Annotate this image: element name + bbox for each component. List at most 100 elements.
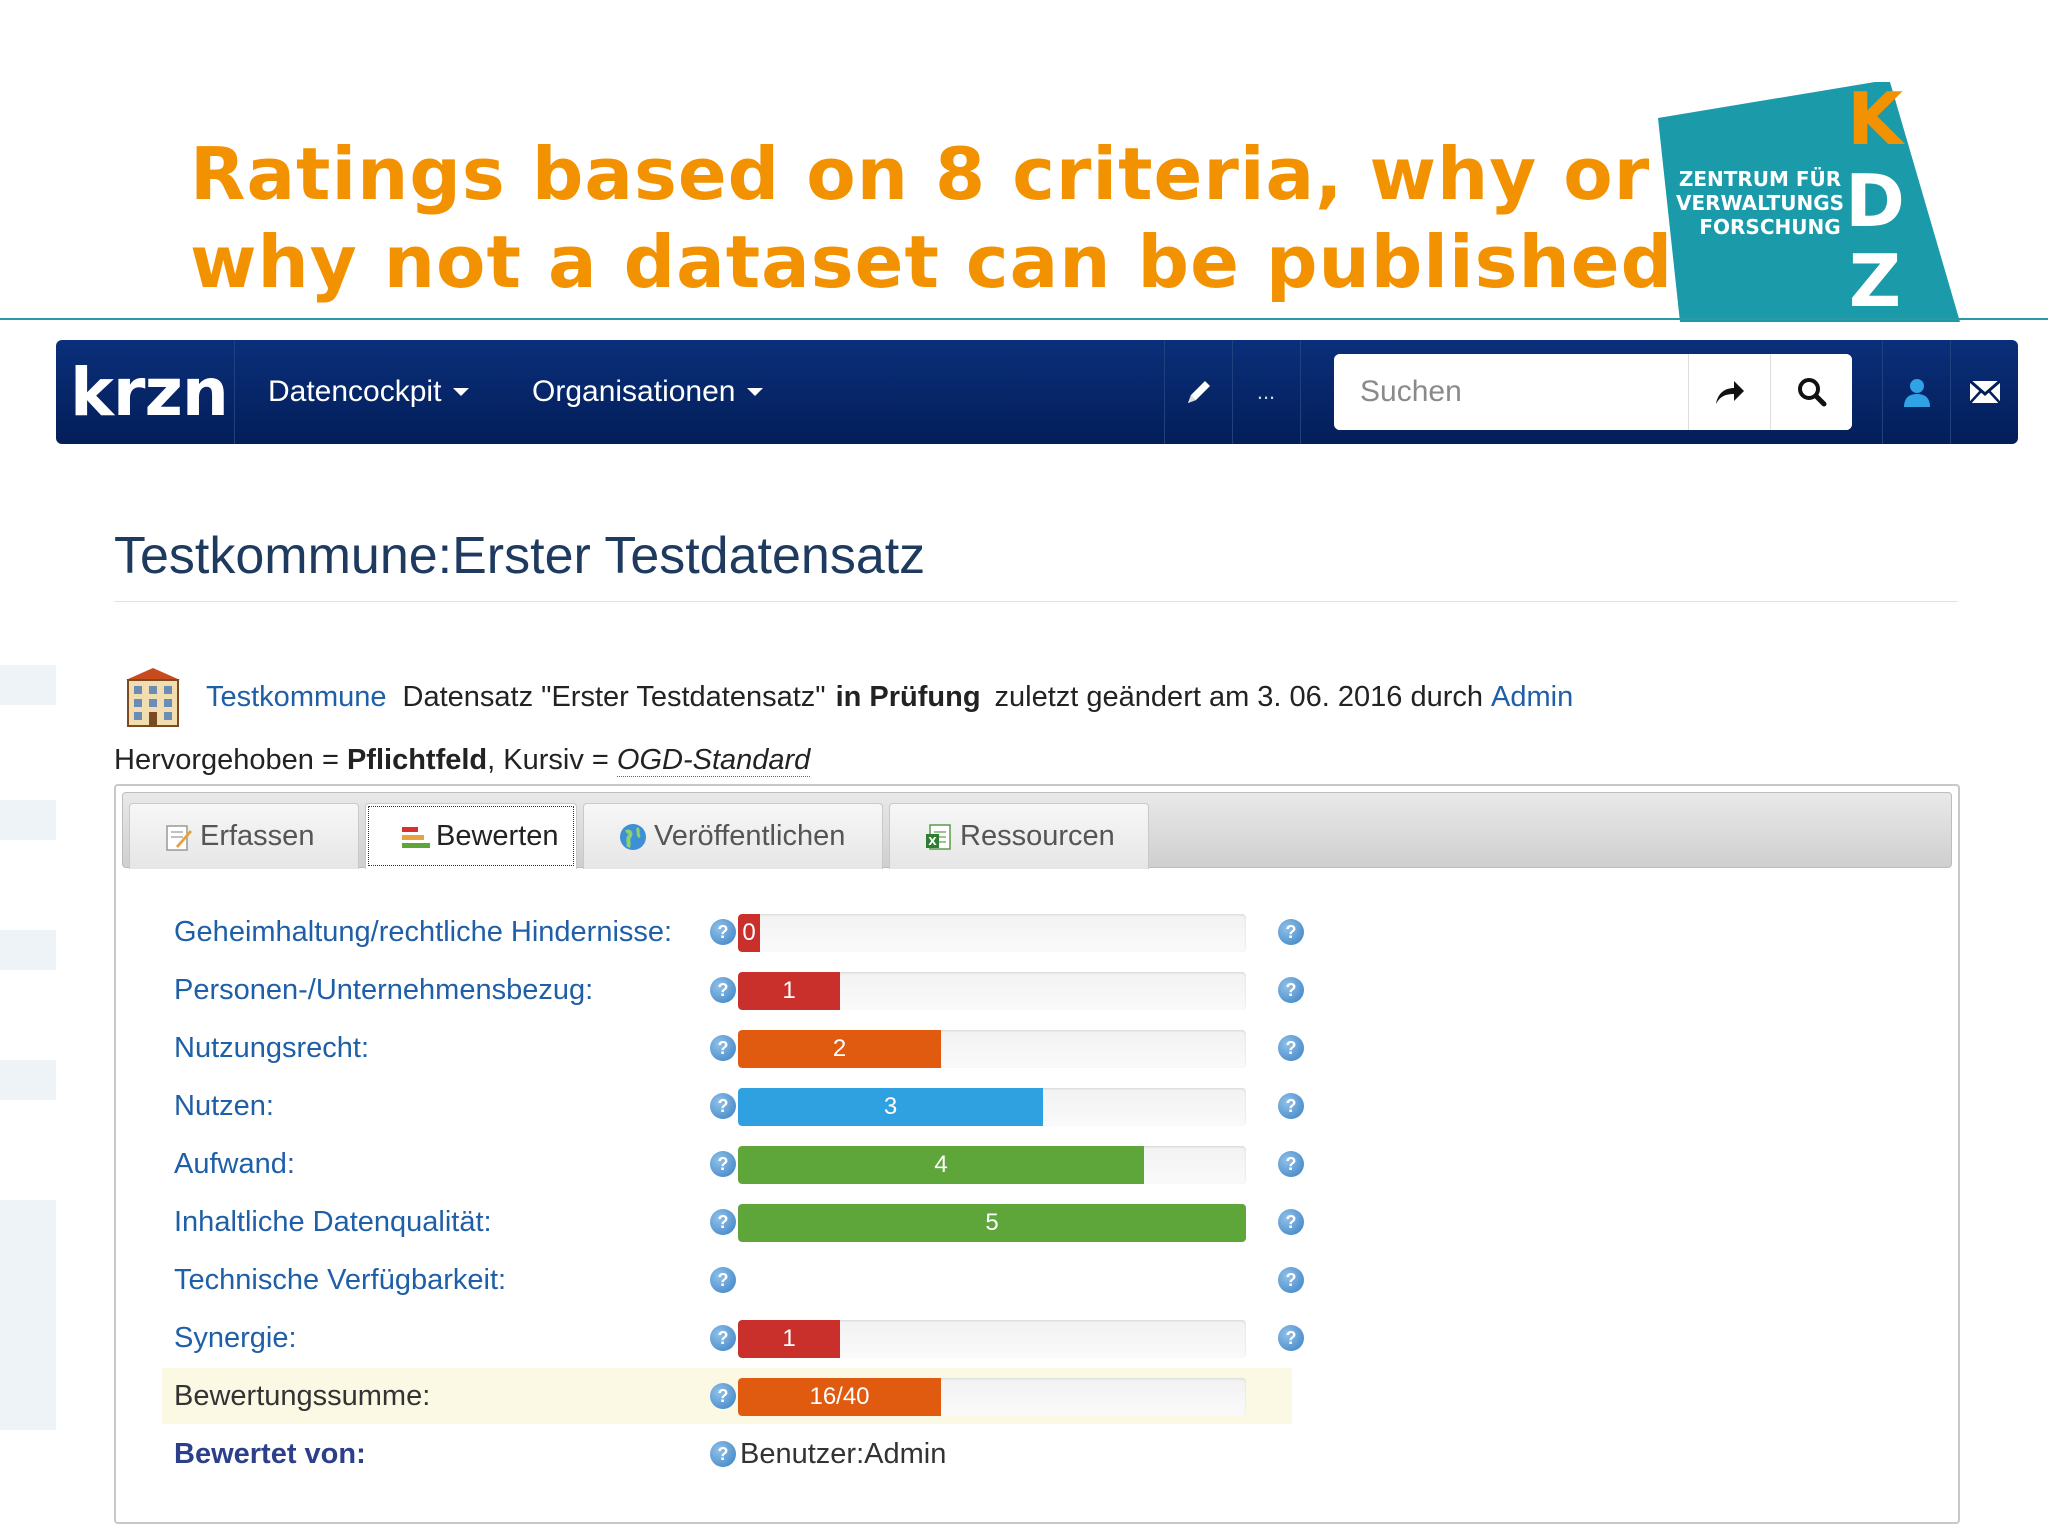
- rating-label[interactable]: Aufwand:: [174, 1136, 295, 1192]
- help-icon[interactable]: ?: [710, 977, 736, 1003]
- more-menu-label: ...: [1256, 379, 1276, 404]
- rating-bars-icon: [402, 826, 430, 848]
- dataset-info: Testkommune Datensatz "Erster Testdatens…: [122, 665, 1573, 729]
- slide-title-line-1: Ratings based on 8 criteria, why or: [190, 132, 1651, 216]
- rating-sum-row: Bewertungssumme: ? 16/40: [162, 1368, 1292, 1424]
- rating-bar-fill: 3: [738, 1088, 1043, 1126]
- help-icon[interactable]: ?: [1278, 1267, 1304, 1293]
- rating-label[interactable]: Personen-/Unternehmensbezug:: [174, 962, 593, 1018]
- nav-divider: [1232, 340, 1233, 444]
- menu-organisationen[interactable]: Organisationen: [532, 340, 764, 444]
- rating-row: Aufwand: ? 4 ?: [162, 1136, 1304, 1192]
- background-stripe: [0, 665, 56, 705]
- building-icon: [126, 668, 180, 727]
- help-icon[interactable]: ?: [710, 1441, 736, 1467]
- rating-row: Technische Verfügbarkeit: ? ?: [162, 1252, 1304, 1308]
- legend-prefix: Hervorgehoben =: [114, 744, 339, 776]
- rating-bar: 5: [738, 1204, 1246, 1242]
- slide-title-line-2: why not a dataset can be published: [190, 220, 1674, 304]
- help-icon[interactable]: ?: [1278, 1151, 1304, 1177]
- tab-ressourcen[interactable]: X Ressourcen: [889, 803, 1149, 869]
- nav-divider: [1300, 340, 1301, 444]
- background-stripe: [0, 1060, 56, 1100]
- help-icon[interactable]: ?: [710, 1093, 736, 1119]
- help-icon[interactable]: ?: [710, 1383, 736, 1409]
- kdz-logo-letter-k: K: [1847, 78, 1905, 161]
- legend-middle: , Kursiv =: [487, 744, 609, 776]
- kdz-logo-line-1: ZENTRUM FÜR: [1679, 167, 1841, 191]
- tab-ressourcen-label: Ressourcen: [960, 820, 1115, 852]
- help-icon[interactable]: ?: [1278, 919, 1304, 945]
- help-icon[interactable]: ?: [1278, 977, 1304, 1003]
- rating-bar: 0: [738, 914, 1246, 952]
- rating-bar-fill: 4: [738, 1146, 1144, 1184]
- tab-bewerten-label: Bewerten: [436, 820, 559, 852]
- help-icon[interactable]: ?: [710, 1209, 736, 1235]
- envelope-icon[interactable]: [1952, 340, 2018, 444]
- rating-label[interactable]: Synergie:: [174, 1310, 297, 1366]
- nav-divider: [1164, 340, 1165, 444]
- spreadsheet-icon: X: [926, 823, 951, 850]
- pencil-icon[interactable]: [1166, 340, 1232, 444]
- tab-veroeffentlichen[interactable]: Veröffentlichen: [583, 803, 883, 869]
- title-divider: [114, 601, 1958, 602]
- tab-erfassen[interactable]: Erfassen: [129, 803, 359, 869]
- kdz-logo: ZENTRUM FÜR VERWALTUNGS FORSCHUNG K D Z: [1658, 78, 1960, 322]
- rating-row: Geheimhaltung/rechtliche Hindernisse: ? …: [162, 904, 1304, 960]
- rating-bar-fill: 2: [738, 1030, 941, 1068]
- menu-datencockpit[interactable]: Datencockpit: [268, 340, 470, 444]
- help-icon[interactable]: ?: [710, 1325, 736, 1351]
- organization-link[interactable]: Testkommune: [206, 681, 387, 714]
- rating-label[interactable]: Geheimhaltung/rechtliche Hindernisse:: [174, 904, 672, 960]
- rating-row: Nutzen: ? 3 ?: [162, 1078, 1304, 1134]
- kdz-logo-letter-z: Z: [1849, 239, 1901, 322]
- background-stripe: [0, 800, 56, 840]
- rating-label[interactable]: Technische Verfügbarkeit:: [174, 1252, 506, 1308]
- svg-text:X: X: [928, 835, 937, 848]
- help-icon[interactable]: ?: [710, 919, 736, 945]
- user-link[interactable]: Admin: [1491, 681, 1573, 714]
- help-icon[interactable]: ?: [710, 1151, 736, 1177]
- help-icon[interactable]: ?: [1278, 1209, 1304, 1235]
- slide-title: Ratings based on 8 criteria, why or why …: [190, 130, 1674, 306]
- search-input[interactable]: [1334, 354, 1736, 430]
- rated-by-row: Bewertet von: ? Benutzer:Admin: [162, 1426, 1292, 1482]
- user-icon[interactable]: [1884, 340, 1950, 444]
- rating-bar: 4: [738, 1146, 1246, 1184]
- help-icon[interactable]: ?: [710, 1035, 736, 1061]
- rated-by-value: Benutzer:Admin: [740, 1437, 947, 1470]
- help-icon[interactable]: ?: [710, 1267, 736, 1293]
- dataset-status: in Prüfung: [835, 680, 981, 713]
- kdz-logo-letter-d: D: [1845, 159, 1905, 243]
- legend-required: Pflichtfeld: [346, 744, 488, 776]
- rating-sum-fill: 16/40: [738, 1378, 941, 1416]
- rating-bar-fill: 1: [738, 972, 840, 1010]
- rating-label[interactable]: Nutzungsrecht:: [174, 1020, 369, 1076]
- rating-row: Synergie: ? 1 ?: [162, 1310, 1304, 1366]
- go-button[interactable]: [1688, 354, 1771, 430]
- rating-label[interactable]: Nutzen:: [174, 1078, 274, 1134]
- menu-organisationen-label: Organisationen: [532, 375, 736, 408]
- search-icon: [1798, 378, 1827, 407]
- changed-text: zuletzt geändert am 3. 06. 2016 durch: [994, 680, 1484, 713]
- nav-divider: [234, 340, 235, 444]
- tab-bewerten[interactable]: Bewerten: [365, 803, 577, 869]
- help-icon[interactable]: ?: [1278, 1035, 1304, 1061]
- page-title: Testkommune:Erster Testdatensatz: [114, 527, 926, 585]
- tab-veroeffentlichen-label: Veröffentlichen: [654, 820, 846, 852]
- rating-bar-fill: 1: [738, 1320, 840, 1358]
- go-arrow-icon: [1716, 381, 1744, 404]
- more-menu[interactable]: ...: [1234, 340, 1298, 444]
- help-icon[interactable]: ?: [1278, 1325, 1304, 1351]
- rating-row: Nutzungsrecht: ? 2 ?: [162, 1020, 1304, 1076]
- rating-label[interactable]: Inhaltliche Datenqualität:: [174, 1194, 492, 1250]
- help-icon[interactable]: ?: [1278, 1093, 1304, 1119]
- edit-note-icon: [166, 824, 192, 851]
- brand-logo[interactable]: krzn: [70, 350, 290, 434]
- top-navbar: krzn Datencockpit Organisationen ...: [56, 340, 2018, 444]
- rating-panel: Erfassen Bewerten Veröffentlichen X Ress…: [114, 784, 1960, 1524]
- rating-bar: 1: [738, 972, 1246, 1010]
- background-stripe: [0, 930, 56, 970]
- search-button[interactable]: [1770, 354, 1852, 430]
- tab-bar: Erfassen Bewerten Veröffentlichen X Ress…: [122, 792, 1952, 869]
